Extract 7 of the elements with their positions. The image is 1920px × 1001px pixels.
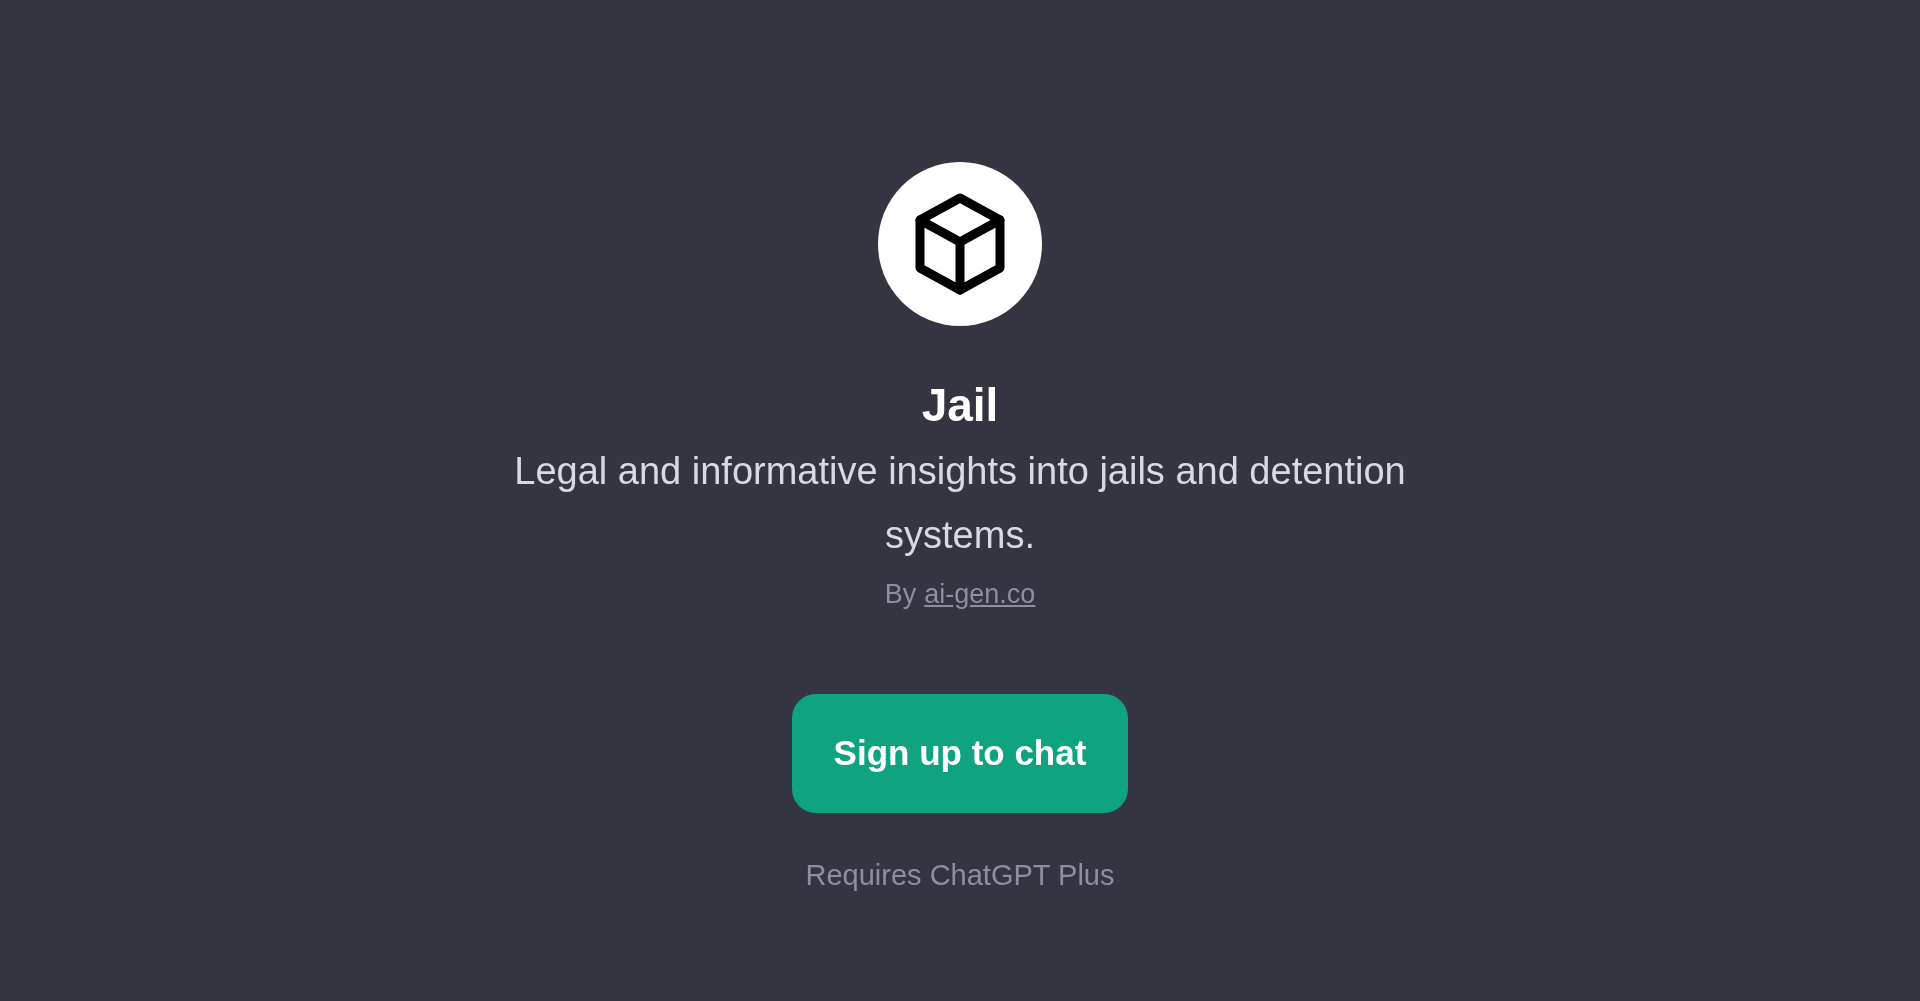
author-link[interactable]: ai-gen.co bbox=[924, 578, 1036, 610]
cube-icon bbox=[914, 192, 1006, 296]
gpt-title: Jail bbox=[921, 380, 999, 431]
sign-up-button[interactable]: Sign up to chat bbox=[792, 693, 1128, 813]
gpt-description: Legal and informative insights into jails and detention systems. bbox=[513, 448, 1407, 558]
author-prefix: By bbox=[884, 578, 917, 610]
requirement-note: Requires ChatGPT Plus bbox=[805, 858, 1115, 892]
